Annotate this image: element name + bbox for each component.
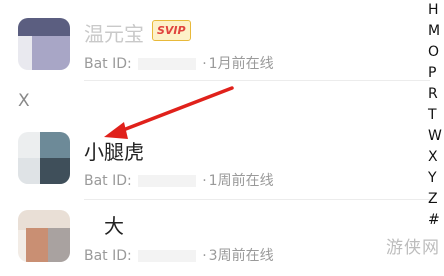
id-mask [137, 250, 196, 262]
index-letter[interactable]: Z [428, 189, 444, 210]
contact-name: 温元宝 [84, 22, 144, 46]
svip-badge: SVIP [152, 20, 191, 41]
bat-id-label: Bat ID: [84, 173, 132, 189]
online-status: 1月前在线 [208, 56, 274, 72]
index-letter[interactable]: # [428, 210, 444, 231]
index-letter[interactable]: O [428, 42, 444, 63]
divider [84, 80, 430, 81]
bat-id-label: Bat ID: [84, 56, 132, 72]
avatar [18, 132, 70, 184]
avatar [18, 210, 70, 262]
contact-row[interactable]: 大 Bat ID: · 3周前在线 [0, 204, 430, 276]
id-mask [137, 58, 196, 70]
contact-name: 小腿虎 [84, 140, 144, 164]
index-letter[interactable]: P [428, 63, 444, 84]
contact-name: 大 [104, 214, 124, 238]
avatar [18, 18, 70, 70]
index-letter[interactable]: Y [428, 168, 444, 189]
contact-row[interactable]: 小腿虎 Bat ID: · 1周前在线 [0, 124, 430, 196]
contact-row[interactable]: 温元宝 SVIP Bat ID: · 1月前在线 [0, 4, 430, 76]
contact-meta: Bat ID: · 1月前在线 [84, 56, 274, 72]
index-letter[interactable]: R [428, 84, 444, 105]
watermark: 游侠网 [386, 238, 440, 258]
contact-meta: Bat ID: · 3周前在线 [84, 248, 274, 264]
index-letter[interactable]: W [428, 126, 444, 147]
index-letter[interactable]: H [428, 0, 444, 21]
section-header: X [18, 91, 30, 111]
online-status: 1周前在线 [208, 173, 274, 189]
divider [84, 199, 430, 200]
index-letter[interactable]: T [428, 105, 444, 126]
alphabet-index[interactable]: H M O P R T W X Y Z # [428, 0, 444, 231]
contact-meta: Bat ID: · 1周前在线 [84, 173, 274, 189]
id-mask [137, 175, 196, 187]
index-letter[interactable]: X [428, 147, 444, 168]
index-letter[interactable]: M [428, 21, 444, 42]
